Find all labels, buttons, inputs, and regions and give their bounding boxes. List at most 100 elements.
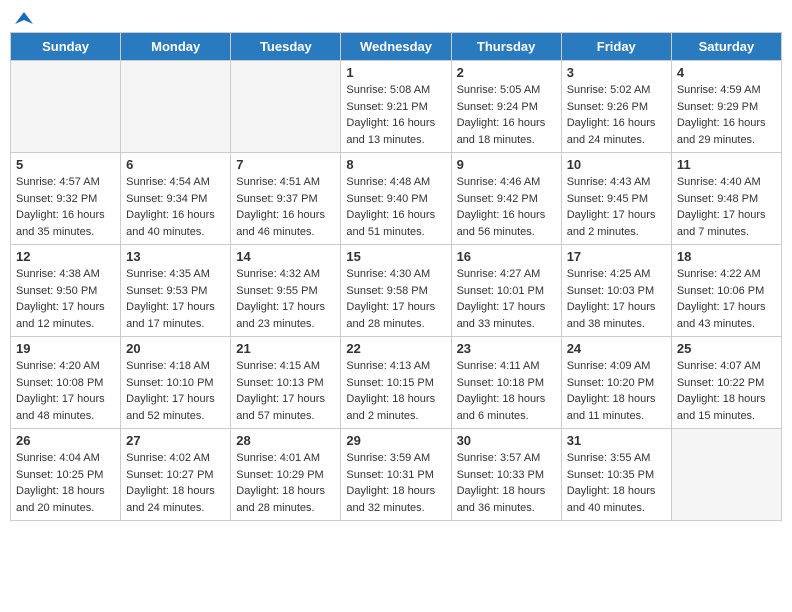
calendar-cell xyxy=(11,61,121,153)
calendar-cell: 7Sunrise: 4:51 AMSunset: 9:37 PMDaylight… xyxy=(231,153,341,245)
day-number: 8 xyxy=(346,157,445,172)
day-header-tuesday: Tuesday xyxy=(231,33,341,61)
calendar-cell: 8 Sunrise: 4:48 AMSunset: 9:40 PMDaylight… xyxy=(341,153,451,245)
calendar-cell: 20 Sunrise: 4:18 AMSunset: 10:10 PMDaylig… xyxy=(121,337,231,429)
day-number: 19 xyxy=(16,341,115,356)
calendar-cell: 26 Sunrise: 4:04 AMSunset: 10:25 PMDaylig… xyxy=(11,429,121,521)
day-number: 2 xyxy=(457,65,556,80)
day-info: Sunrise: 4:38 AMSunset: 9:50 PMDaylight:… xyxy=(16,266,115,332)
day-number: 28 xyxy=(236,433,335,448)
calendar-cell: 4 Sunrise: 4:59 AMSunset: 9:29 PMDaylight… xyxy=(671,61,781,153)
day-number: 30 xyxy=(457,433,556,448)
day-number: 11 xyxy=(677,157,776,172)
calendar-cell: 14 Sunrise: 4:32 AMSunset: 9:55 PMDayligh… xyxy=(231,245,341,337)
calendar-cell: 15Sunrise: 4:30 AMSunset: 9:58 PMDayligh… xyxy=(341,245,451,337)
day-number: 16 xyxy=(457,249,556,264)
day-number: 24 xyxy=(567,341,666,356)
day-info: Sunrise: 4:11 AMSunset: 10:18 PMDaylight… xyxy=(457,358,556,424)
calendar-cell: 19Sunrise: 4:20 AMSunset: 10:08 PMDaylig… xyxy=(11,337,121,429)
calendar-cell: 10 Sunrise: 4:43 AMSunset: 9:45 PMDayligh… xyxy=(561,153,671,245)
day-info: Sunrise: 4:22 AMSunset: 10:06 PMDaylight… xyxy=(677,266,776,332)
calendar-cell: 12Sunrise: 4:38 AMSunset: 9:50 PMDayligh… xyxy=(11,245,121,337)
calendar-cell xyxy=(671,429,781,521)
calendar-cell: 3 Sunrise: 5:02 AMSunset: 9:26 PMDaylight… xyxy=(561,61,671,153)
day-number: 9 xyxy=(457,157,556,172)
logo-bird-icon xyxy=(15,10,33,28)
day-number: 23 xyxy=(457,341,556,356)
day-number: 20 xyxy=(126,341,225,356)
day-number: 22 xyxy=(346,341,445,356)
calendar-cell: 24 Sunrise: 4:09 AMSunset: 10:20 PMDaylig… xyxy=(561,337,671,429)
logo xyxy=(14,10,33,24)
day-header-friday: Friday xyxy=(561,33,671,61)
calendar-cell: 1 Sunrise: 5:08 AMSunset: 9:21 PMDaylight… xyxy=(341,61,451,153)
calendar-cell: 13 Sunrise: 4:35 AMSunset: 9:53 PMDayligh… xyxy=(121,245,231,337)
day-info: Sunrise: 3:57 AMSunset: 10:33 PMDaylight… xyxy=(457,450,556,516)
calendar-cell: 25Sunrise: 4:07 AMSunset: 10:22 PMDaylig… xyxy=(671,337,781,429)
day-header-thursday: Thursday xyxy=(451,33,561,61)
calendar-cell: 31 Sunrise: 3:55 AMSunset: 10:35 PMDaylig… xyxy=(561,429,671,521)
calendar-cell: 6Sunrise: 4:54 AMSunset: 9:34 PMDaylight… xyxy=(121,153,231,245)
page-header xyxy=(10,10,782,24)
calendar-week-row: 1 Sunrise: 5:08 AMSunset: 9:21 PMDaylight… xyxy=(11,61,782,153)
calendar-cell xyxy=(231,61,341,153)
calendar-cell: 21Sunrise: 4:15 AMSunset: 10:13 PMDaylig… xyxy=(231,337,341,429)
calendar-cell: 2 Sunrise: 5:05 AMSunset: 9:24 PMDaylight… xyxy=(451,61,561,153)
day-number: 5 xyxy=(16,157,115,172)
day-info: Sunrise: 5:08 AMSunset: 9:21 PMDaylight:… xyxy=(346,82,445,148)
calendar-header-row: SundayMondayTuesdayWednesdayThursdayFrid… xyxy=(11,33,782,61)
calendar-cell xyxy=(121,61,231,153)
day-number: 4 xyxy=(677,65,776,80)
calendar-cell: 18 Sunrise: 4:22 AMSunset: 10:06 PMDaylig… xyxy=(671,245,781,337)
day-number: 29 xyxy=(346,433,445,448)
day-info: Sunrise: 4:18 AMSunset: 10:10 PMDaylight… xyxy=(126,358,225,424)
calendar-week-row: 5 Sunrise: 4:57 AMSunset: 9:32 PMDaylight… xyxy=(11,153,782,245)
day-number: 1 xyxy=(346,65,445,80)
calendar-week-row: 12Sunrise: 4:38 AMSunset: 9:50 PMDayligh… xyxy=(11,245,782,337)
day-number: 18 xyxy=(677,249,776,264)
calendar-cell: 22Sunrise: 4:13 AMSunset: 10:15 PMDaylig… xyxy=(341,337,451,429)
day-info: Sunrise: 4:01 AMSunset: 10:29 PMDaylight… xyxy=(236,450,335,516)
day-info: Sunrise: 4:48 AMSunset: 9:40 PMDaylight:… xyxy=(346,174,445,240)
day-info: Sunrise: 3:55 AMSunset: 10:35 PMDaylight… xyxy=(567,450,666,516)
day-number: 26 xyxy=(16,433,115,448)
calendar-cell: 16Sunrise: 4:27 AMSunset: 10:01 PMDaylig… xyxy=(451,245,561,337)
day-info: Sunrise: 4:09 AMSunset: 10:20 PMDaylight… xyxy=(567,358,666,424)
calendar-cell: 17 Sunrise: 4:25 AMSunset: 10:03 PMDaylig… xyxy=(561,245,671,337)
day-info: Sunrise: 4:46 AMSunset: 9:42 PMDaylight:… xyxy=(457,174,556,240)
day-info: Sunrise: 4:57 AMSunset: 9:32 PMDaylight:… xyxy=(16,174,115,240)
calendar-cell: 30 Sunrise: 3:57 AMSunset: 10:33 PMDaylig… xyxy=(451,429,561,521)
calendar-week-row: 26 Sunrise: 4:04 AMSunset: 10:25 PMDaylig… xyxy=(11,429,782,521)
day-info: Sunrise: 4:04 AMSunset: 10:25 PMDaylight… xyxy=(16,450,115,516)
day-info: Sunrise: 4:25 AMSunset: 10:03 PMDaylight… xyxy=(567,266,666,332)
day-info: Sunrise: 4:59 AMSunset: 9:29 PMDaylight:… xyxy=(677,82,776,148)
calendar-cell: 29 Sunrise: 3:59 AMSunset: 10:31 PMDaylig… xyxy=(341,429,451,521)
day-number: 10 xyxy=(567,157,666,172)
calendar-cell: 5 Sunrise: 4:57 AMSunset: 9:32 PMDaylight… xyxy=(11,153,121,245)
calendar-cell: 23 Sunrise: 4:11 AMSunset: 10:18 PMDaylig… xyxy=(451,337,561,429)
calendar-week-row: 19Sunrise: 4:20 AMSunset: 10:08 PMDaylig… xyxy=(11,337,782,429)
day-number: 3 xyxy=(567,65,666,80)
day-number: 31 xyxy=(567,433,666,448)
day-header-sunday: Sunday xyxy=(11,33,121,61)
day-header-wednesday: Wednesday xyxy=(341,33,451,61)
day-info: Sunrise: 4:54 AMSunset: 9:34 PMDaylight:… xyxy=(126,174,225,240)
day-info: Sunrise: 4:07 AMSunset: 10:22 PMDaylight… xyxy=(677,358,776,424)
day-header-saturday: Saturday xyxy=(671,33,781,61)
day-number: 27 xyxy=(126,433,225,448)
day-number: 7 xyxy=(236,157,335,172)
day-info: Sunrise: 4:32 AMSunset: 9:55 PMDaylight:… xyxy=(236,266,335,332)
day-info: Sunrise: 4:30 AMSunset: 9:58 PMDaylight:… xyxy=(346,266,445,332)
day-number: 17 xyxy=(567,249,666,264)
calendar-cell: 28 Sunrise: 4:01 AMSunset: 10:29 PMDaylig… xyxy=(231,429,341,521)
day-info: Sunrise: 4:35 AMSunset: 9:53 PMDaylight:… xyxy=(126,266,225,332)
day-info: Sunrise: 4:43 AMSunset: 9:45 PMDaylight:… xyxy=(567,174,666,240)
day-info: Sunrise: 4:40 AMSunset: 9:48 PMDaylight:… xyxy=(677,174,776,240)
day-header-monday: Monday xyxy=(121,33,231,61)
day-info: Sunrise: 3:59 AMSunset: 10:31 PMDaylight… xyxy=(346,450,445,516)
day-info: Sunrise: 4:15 AMSunset: 10:13 PMDaylight… xyxy=(236,358,335,424)
day-number: 14 xyxy=(236,249,335,264)
day-info: Sunrise: 5:02 AMSunset: 9:26 PMDaylight:… xyxy=(567,82,666,148)
day-number: 13 xyxy=(126,249,225,264)
day-info: Sunrise: 5:05 AMSunset: 9:24 PMDaylight:… xyxy=(457,82,556,148)
